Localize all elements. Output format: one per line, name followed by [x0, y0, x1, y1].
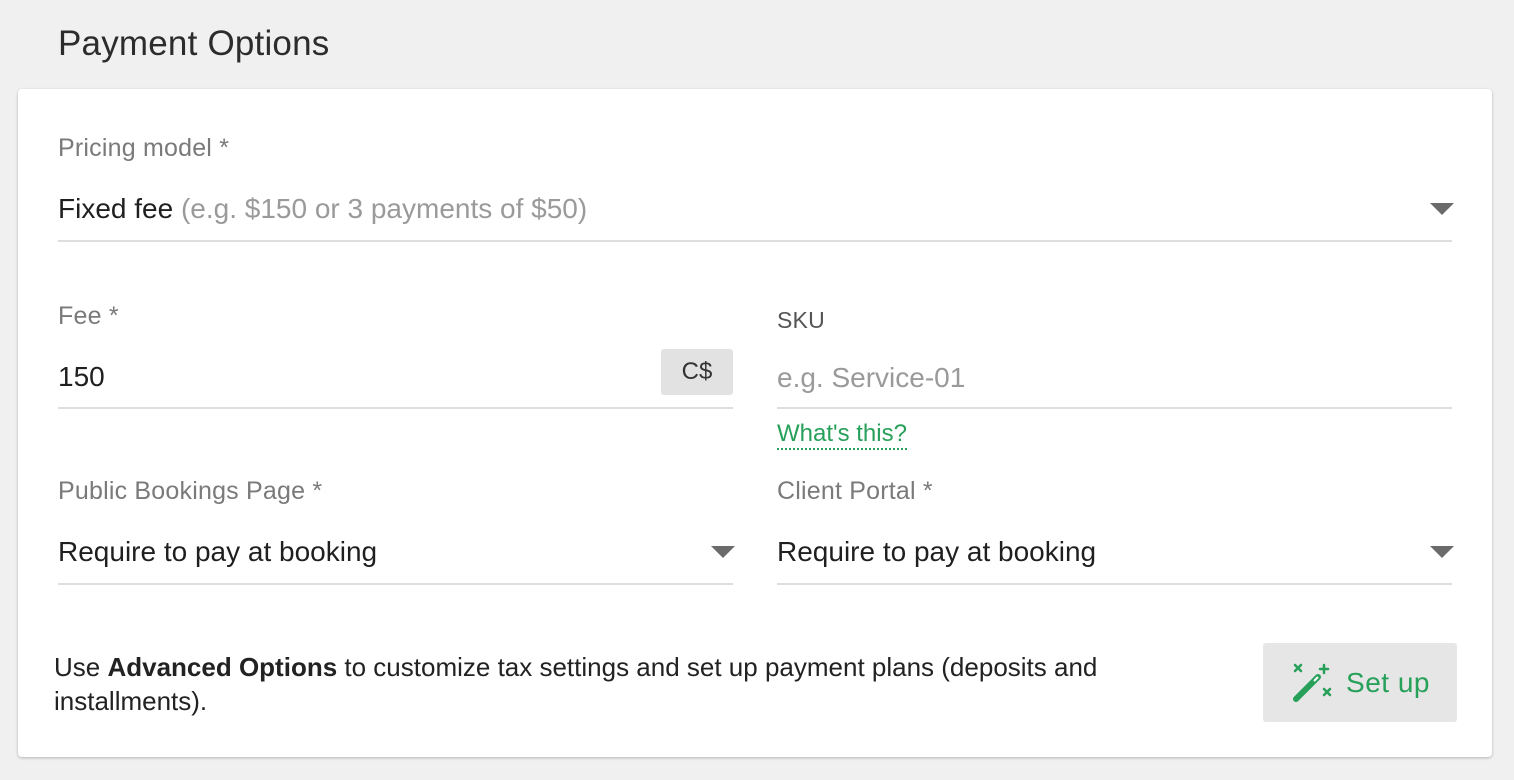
whats-this-link[interactable]: What's this?	[777, 420, 907, 450]
fee-underline	[58, 407, 733, 409]
pricing-model-select[interactable]: Fixed fee (e.g. $150 or 3 payments of $5…	[58, 193, 587, 225]
pricing-model-label: Pricing model *	[58, 134, 230, 162]
set-up-button[interactable]: Set up	[1263, 643, 1457, 722]
currency-badge: C$	[661, 349, 733, 395]
pricing-model-value: Fixed fee	[58, 193, 174, 224]
chevron-down-icon[interactable]	[1430, 203, 1454, 215]
section-title: Payment Options	[58, 24, 330, 63]
advanced-options-bold: Advanced Options	[107, 652, 338, 682]
advanced-prefix: Use	[54, 652, 108, 682]
public-bookings-label: Public Bookings Page *	[58, 477, 323, 505]
client-portal-label: Client Portal *	[777, 477, 933, 505]
fee-label: Fee *	[58, 302, 119, 330]
public-bookings-underline	[58, 583, 733, 585]
pricing-model-underline	[58, 240, 1452, 242]
pricing-model-hint: (e.g. $150 or 3 payments of $50)	[180, 193, 588, 224]
sku-label: SKU	[777, 307, 825, 333]
client-portal-underline	[777, 583, 1452, 585]
chevron-down-icon[interactable]	[1430, 546, 1454, 558]
advanced-options-text: Use Advanced Options to customize tax se…	[54, 650, 1234, 718]
set-up-label: Set up	[1346, 666, 1430, 698]
sku-input[interactable]	[777, 360, 1447, 396]
public-bookings-select[interactable]: Require to pay at booking	[58, 536, 377, 568]
chevron-down-icon[interactable]	[711, 546, 735, 558]
magic-wand-icon	[1290, 661, 1334, 705]
fee-input[interactable]: 150	[58, 361, 105, 393]
client-portal-select[interactable]: Require to pay at booking	[777, 536, 1096, 568]
sku-underline	[777, 407, 1452, 409]
